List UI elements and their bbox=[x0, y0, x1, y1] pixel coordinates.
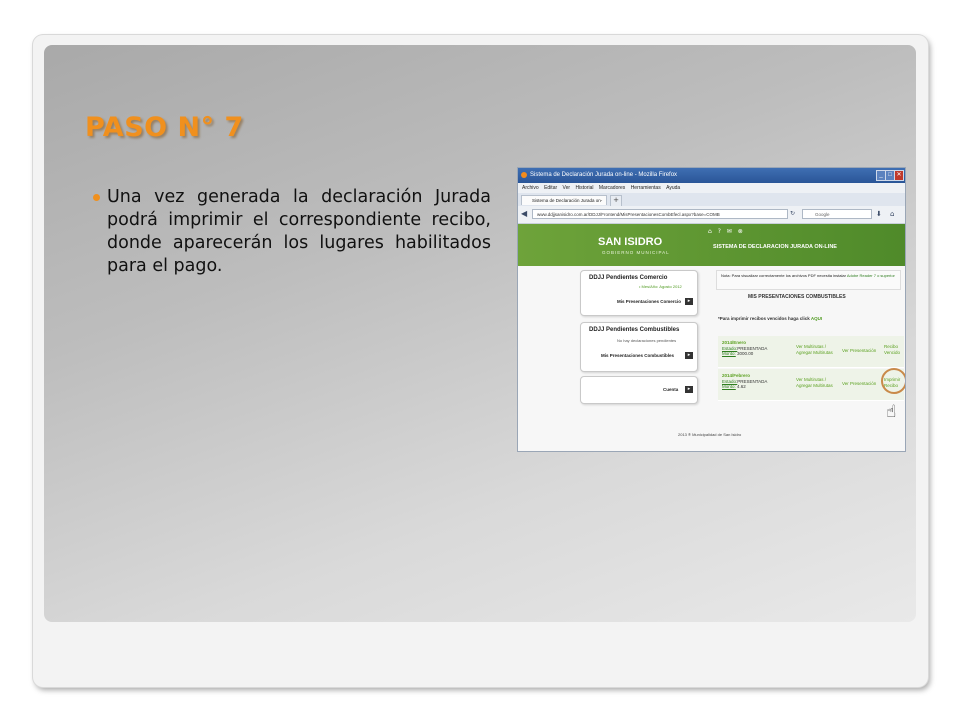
comercio-heading: DDJJ Pendientes Comercio bbox=[589, 275, 668, 281]
combustibles-arrow-icon[interactable]: ▸ bbox=[685, 352, 693, 359]
estado-label: Estado: bbox=[722, 345, 738, 351]
hand-cursor-icon: ☝ bbox=[886, 402, 897, 422]
menu-ver[interactable]: Ver bbox=[563, 185, 571, 191]
aqui-link[interactable]: AQUI bbox=[811, 316, 822, 321]
pdf-note-text: Nota: Para visualizar correctamente los … bbox=[721, 273, 846, 278]
search-input[interactable]: Google bbox=[802, 209, 872, 219]
site-content: DDJJ Pendientes Comercio • Mes/Año: Agos… bbox=[518, 266, 905, 451]
window-title: Sistema de Declaración Jurada on-line - … bbox=[530, 172, 678, 178]
cuenta-link[interactable]: Cuenta bbox=[663, 387, 678, 392]
tab-bar: Sistema de Declaración Jurada on-line + bbox=[518, 193, 905, 213]
highlight-circle bbox=[881, 368, 905, 394]
estado-label: Estado: bbox=[722, 378, 738, 384]
back-arrow-icon[interactable]: ◀ bbox=[521, 209, 527, 219]
table-row: 2014/Febrero Estado:PRESENTADA Monto: 4.… bbox=[718, 369, 904, 401]
adobe-link[interactable]: Adobe Reader 7 o superior bbox=[847, 273, 895, 278]
row-estado: PRESENTADA bbox=[737, 345, 768, 351]
reload-icon[interactable]: ↻ bbox=[790, 209, 795, 219]
comercio-panel: DDJJ Pendientes Comercio • Mes/Año: Agos… bbox=[580, 270, 698, 316]
table-row: 2014/Enero Estado:PRESENTADA Monto: 3000… bbox=[718, 336, 904, 368]
banner-icons[interactable]: ⌂ ? ✉ ⊗ bbox=[708, 228, 745, 235]
close-button[interactable]: ✕ bbox=[894, 170, 904, 181]
combustibles-link[interactable]: Mis Presentaciones Combustibles bbox=[601, 353, 674, 358]
url-bar[interactable]: www.ddjjsanisidro.com.ar/DDJJ/Frontend/M… bbox=[532, 209, 788, 219]
monto-label: Monto: bbox=[722, 384, 736, 389]
ver-multirutas-link[interactable]: Ver Multirutas / Agregar Multirutas bbox=[796, 377, 840, 388]
cuenta-panel: Cuenta ▸ bbox=[580, 376, 698, 404]
mis-presentaciones-heading: MIS PRESENTACIONES COMBUSTIBLES bbox=[748, 294, 846, 300]
ver-multirutas-link[interactable]: Ver Multirutas / Agregar Multirutas bbox=[796, 344, 840, 355]
slide-title: PASO N° 7 bbox=[85, 112, 244, 143]
system-title: SISTEMA DE DECLARACION JURADA ON-LINE bbox=[713, 244, 837, 250]
ver-presentacion-link[interactable]: Ver Presentación bbox=[842, 348, 876, 354]
monto-label: Monto: bbox=[722, 351, 736, 356]
menu-marcadores[interactable]: Marcadores bbox=[599, 185, 625, 191]
cuenta-arrow-icon[interactable]: ▸ bbox=[685, 386, 693, 393]
menu-herramientas[interactable]: Herramientas bbox=[631, 185, 661, 191]
pdf-note: Nota: Para visualizar correctamente los … bbox=[716, 270, 901, 290]
comercio-note: • Mes/Año: Agosto 2012 bbox=[639, 284, 682, 289]
ver-presentacion-link[interactable]: Ver Presentación bbox=[842, 381, 876, 387]
site-banner: SAN ISIDRO GOBIERNO MUNICIPAL ⌂ ? ✉ ⊗ SI… bbox=[518, 224, 905, 266]
site-logo: SAN ISIDRO bbox=[598, 236, 663, 248]
combustibles-note: No hay declaraciones pendientes bbox=[617, 338, 677, 343]
bullet-dot-icon bbox=[93, 194, 100, 201]
menu-editar[interactable]: Editar bbox=[544, 185, 557, 191]
comercio-arrow-icon[interactable]: ▸ bbox=[685, 298, 693, 305]
navigation-bar: ◀ www.ddjjsanisidro.com.ar/DDJJ/Frontend… bbox=[518, 206, 905, 224]
menu-ayuda[interactable]: Ayuda bbox=[666, 185, 680, 191]
home-icon[interactable]: ⌂ bbox=[890, 209, 894, 219]
row-monto: 3000.00 bbox=[737, 351, 754, 356]
print-hint-text: *Para imprimir recibos vencidos haga cli… bbox=[718, 316, 810, 321]
bullet-text: Una vez generada la declaración Jurada p… bbox=[107, 187, 491, 276]
menu-archivo[interactable]: Archivo bbox=[522, 185, 539, 191]
embedded-browser-screenshot: Sistema de Declaración Jurada on-line - … bbox=[517, 167, 906, 452]
firefox-icon bbox=[521, 172, 527, 178]
combustibles-heading: DDJJ Pendientes Combustibles bbox=[589, 327, 680, 333]
download-arrow-icon[interactable]: ⬇ bbox=[876, 209, 882, 219]
menu-historial[interactable]: Historial bbox=[575, 185, 593, 191]
site-footer: 2013 ® Municipalidad de San Isidro bbox=[678, 432, 742, 437]
menu-bar: Archivo Editar Ver Historial Marcadores … bbox=[518, 183, 905, 193]
browser-titlebar: Sistema de Declaración Jurada on-line - … bbox=[518, 168, 905, 183]
row-monto: 4.62 bbox=[737, 384, 746, 389]
print-hint: *Para imprimir recibos vencidos haga cli… bbox=[718, 316, 822, 321]
recibo-vencido-link[interactable]: Recibo Vencido bbox=[884, 344, 902, 355]
browser-tab[interactable]: Sistema de Declaración Jurada on-line bbox=[521, 195, 607, 213]
site-logo-subtitle: GOBIERNO MUNICIPAL bbox=[602, 250, 670, 255]
combustibles-panel: DDJJ Pendientes Combustibles No hay decl… bbox=[580, 322, 698, 372]
comercio-link[interactable]: Mis Presentaciones Comercio bbox=[617, 299, 681, 304]
row-estado: PRESENTADA bbox=[737, 378, 768, 384]
